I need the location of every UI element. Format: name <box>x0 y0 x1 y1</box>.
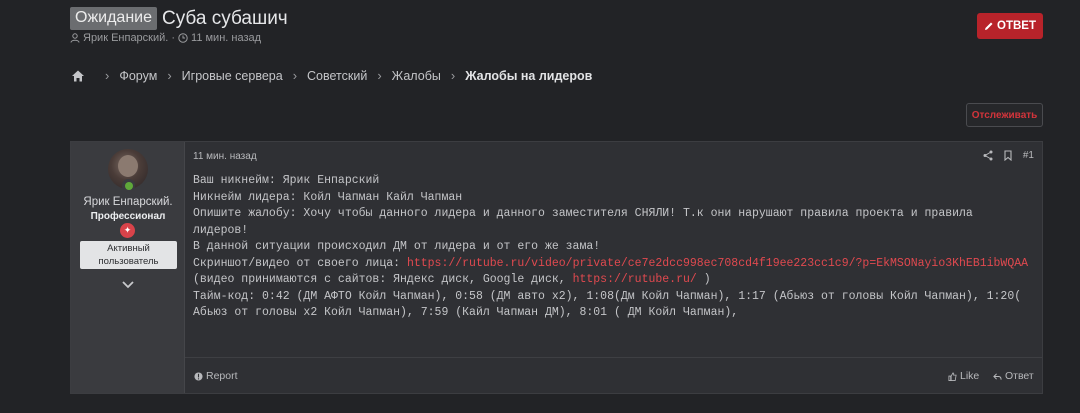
user-banner: Активный пользователь <box>80 241 177 269</box>
thread-meta: Ярик Енпарский. · 11 мин. назад <box>70 32 261 44</box>
chevron-right-icon: › <box>167 68 172 83</box>
video-link[interactable]: https://rutube.ru/video/private/ce7e2dcc… <box>407 257 1028 270</box>
chevron-down-icon[interactable] <box>121 280 135 290</box>
bookmark-icon[interactable] <box>1003 150 1013 161</box>
post-footer: Report Like Ответ <box>185 357 1042 393</box>
clock-icon <box>178 33 188 43</box>
report-icon <box>194 371 203 381</box>
share-icon[interactable] <box>983 150 993 161</box>
post-line: В данной ситуации происходил ДМ от лидер… <box>193 240 601 253</box>
post-actions: #1 <box>983 150 1034 161</box>
breadcrumb: › Форум › Игровые сервера › Советский › … <box>71 68 592 83</box>
post-reply-button[interactable]: Ответ <box>993 370 1034 382</box>
post-line: Тайм-код: 0:42 (ДМ АФТО Койл Чапман), 0:… <box>193 289 1022 320</box>
post-line: Ваш никнейм: Ярик Енпарский <box>193 174 380 187</box>
breadcrumb-item-complaints[interactable]: Жалобы <box>392 69 441 83</box>
pencil-icon <box>985 22 993 30</box>
post-user-cell: Ярик Енпарский. Профессионал ✦ Активный … <box>71 142 185 393</box>
post-line-text: ) <box>696 273 711 286</box>
reply-button[interactable]: ОТВЕТ <box>977 13 1043 39</box>
chevron-right-icon: › <box>105 68 110 83</box>
meta-separator: · <box>171 32 176 44</box>
post-body: Ваш никнейм: Ярик Енпарский Никнейм лиде… <box>193 173 1033 322</box>
breadcrumb-item-forum[interactable]: Форум <box>119 69 157 83</box>
user-icon <box>70 33 80 43</box>
reply-button-label: ОТВЕТ <box>997 20 1036 32</box>
like-icon <box>948 371 957 381</box>
post-reply-label: Ответ <box>1005 370 1034 382</box>
like-button[interactable]: Like <box>948 370 979 382</box>
post-line-text: (видео принимаются с сайтов: Яндекс диск… <box>193 273 573 286</box>
post-line-label: Скриншот/видео от своего лица: <box>193 256 407 270</box>
post-line: (видео принимаются с сайтов: Яндекс диск… <box>193 272 1033 289</box>
post-line: Скриншот/видео от своего лица: https://r… <box>193 256 1033 273</box>
chevron-right-icon: › <box>377 68 382 83</box>
breadcrumb-item-current[interactable]: Жалобы на лидеров <box>465 69 592 83</box>
rutube-link[interactable]: https://rutube.ru/ <box>573 273 697 286</box>
post-number[interactable]: #1 <box>1023 150 1034 161</box>
chevron-right-icon: › <box>450 68 456 83</box>
report-button[interactable]: Report <box>194 370 238 382</box>
thread-title-row: Ожидание Суба субашич <box>70 7 288 30</box>
report-label: Report <box>206 370 238 382</box>
thread-prefix-badge[interactable]: Ожидание <box>70 7 157 30</box>
post-line: Никнейм лидера: Койл Чапман Кайл Чапман <box>193 190 463 204</box>
post-line: Опишите жалобу: Хочу чтобы данного лидер… <box>193 207 973 237</box>
breadcrumb-item-servers[interactable]: Игровые сервера <box>182 69 283 83</box>
watch-button[interactable]: Отслеживать <box>966 103 1043 127</box>
thread-title: Суба субашич <box>162 7 288 29</box>
reply-icon <box>993 372 1002 380</box>
breadcrumb-item-sovetsky[interactable]: Советский <box>307 69 367 83</box>
post: Ярик Енпарский. Профессионал ✦ Активный … <box>70 141 1043 394</box>
thread-author[interactable]: Ярик Енпарский. <box>83 32 168 44</box>
home-icon[interactable] <box>71 69 85 83</box>
post-username[interactable]: Ярик Енпарский. <box>71 196 185 208</box>
user-title: Профессионал <box>90 211 166 222</box>
online-indicator <box>122 179 135 192</box>
chevron-right-icon: › <box>292 68 298 83</box>
post-date[interactable]: 11 мин. назад <box>193 151 257 162</box>
like-label: Like <box>960 370 980 382</box>
user-badge-icon: ✦ <box>120 223 135 238</box>
thread-time[interactable]: 11 мин. назад <box>191 32 261 44</box>
